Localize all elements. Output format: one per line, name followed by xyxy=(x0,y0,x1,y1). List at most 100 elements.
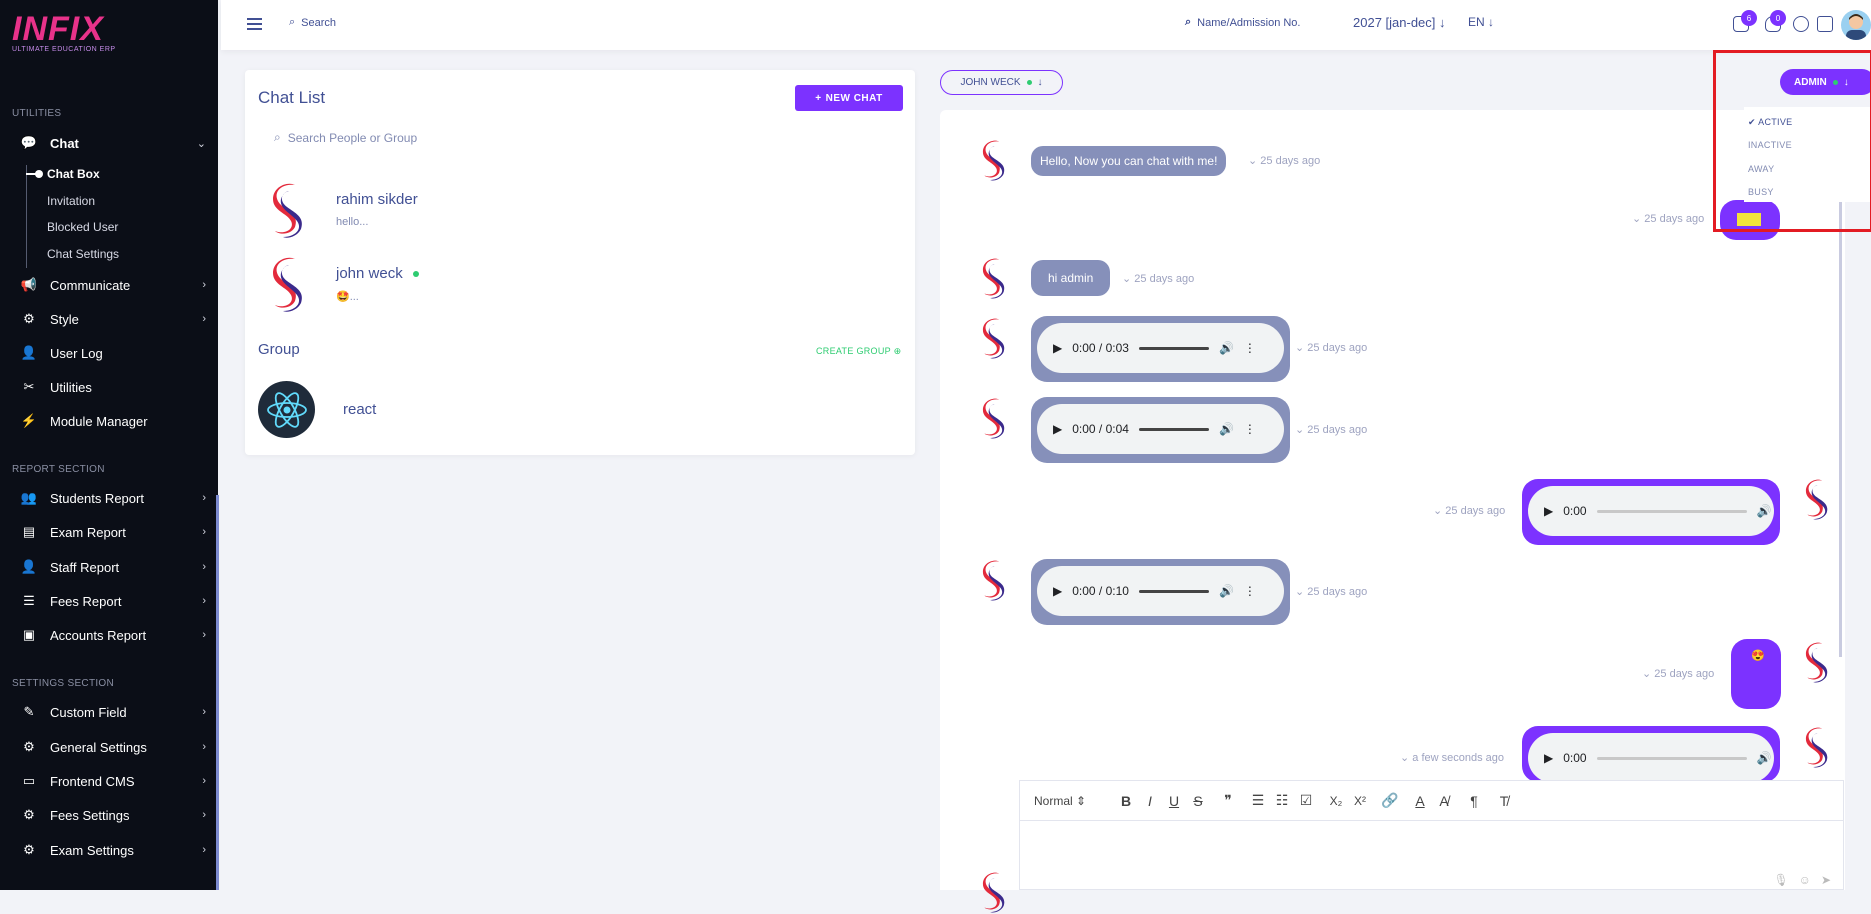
user-avatar[interactable] xyxy=(1841,10,1871,40)
sidebar-sub-invitation[interactable]: Invitation xyxy=(47,194,95,208)
chevron-right-icon: › xyxy=(202,706,206,718)
sidebar-item-exam-report[interactable]: ▤ Exam Report › xyxy=(20,518,206,546)
message-time: ⌄ 25 days ago xyxy=(1295,586,1368,598)
section-report: REPORT SECTION xyxy=(12,464,105,475)
name-admission-search[interactable]: ⌕ Name/Admission No. xyxy=(1185,16,1301,29)
microphone-icon[interactable]: 🎙 xyxy=(1773,873,1788,887)
chat-icon: 💬 xyxy=(20,135,38,150)
top-search-input[interactable]: Search xyxy=(301,17,336,29)
top-bar: ⌕ Search xyxy=(221,0,1871,50)
audio-message: ▶ 0:00 / 0:03 🔊 ⋮ xyxy=(1031,316,1290,382)
group-item[interactable]: react xyxy=(258,381,376,438)
play-icon[interactable]: ▶ xyxy=(1053,584,1062,598)
audio-progress[interactable] xyxy=(1596,756,1747,760)
outgoing-message-bubble: 😍 xyxy=(1731,639,1781,709)
ordered-list-icon[interactable]: ☰ xyxy=(1246,792,1270,809)
chat-contact[interactable]: rahim sikder hello... xyxy=(265,181,865,241)
audio-player[interactable]: ▶ 0:00 / 0:03 🔊 ⋮ xyxy=(1037,323,1284,373)
volume-icon[interactable]: 🔊 xyxy=(1219,422,1234,436)
search-people-input[interactable]: ⌕ Search People or Group xyxy=(274,130,417,145)
audio-progress[interactable] xyxy=(1596,509,1747,513)
search-icon: ⌕ xyxy=(1185,16,1192,28)
underline-icon[interactable]: U xyxy=(1162,793,1186,809)
sidebar-scrollbar[interactable] xyxy=(216,495,219,890)
link-icon[interactable]: 🔗 xyxy=(1378,792,1402,809)
new-chat-button[interactable]: + NEW CHAT xyxy=(795,85,903,111)
sidebar-item-staff-report[interactable]: 👤 Staff Report › xyxy=(20,553,206,581)
bold-icon[interactable]: B xyxy=(1114,793,1138,809)
volume-icon[interactable]: 🔊 xyxy=(1219,584,1234,598)
bot-avatar xyxy=(982,872,1005,913)
create-group-button[interactable]: CREATE GROUP ⊕ xyxy=(816,346,901,357)
sidebar-item-chat[interactable]: 💬 Chat ⌄ xyxy=(20,129,206,157)
format-select[interactable]: Normal ⇕ xyxy=(1034,794,1114,808)
volume-icon[interactable]: 🔊 xyxy=(1757,751,1772,765)
sidebar-item-frontend-cms[interactable]: ▭ Frontend CMS › xyxy=(20,767,206,795)
audio-progress[interactable] xyxy=(1138,589,1209,593)
contact-name: john weck xyxy=(336,265,403,282)
superscript-icon[interactable]: X² xyxy=(1348,794,1372,808)
text-direction-icon[interactable]: ¶ xyxy=(1462,793,1486,809)
sidebar-item-utilities[interactable]: ✂ Utilities xyxy=(20,373,206,401)
editor-input[interactable] xyxy=(1020,822,1843,889)
chat-contact[interactable]: john weck 🤩... xyxy=(265,255,865,315)
sidebar-item-general-settings[interactable]: ⚙ General Settings › xyxy=(20,733,206,761)
more-icon[interactable]: ⋮ xyxy=(1244,584,1256,598)
submenu-active-indicator xyxy=(26,170,43,178)
play-icon[interactable]: ▶ xyxy=(1053,422,1062,436)
send-icon[interactable]: ➤ xyxy=(1821,873,1831,887)
background-color-icon[interactable]: A̸ xyxy=(1432,793,1456,809)
sidebar-item-custom-field[interactable]: ✎ Custom Field › xyxy=(20,698,206,726)
sidebar-item-module-manager[interactable]: ⚡ Module Manager xyxy=(20,407,206,435)
calculator-icon[interactable] xyxy=(1817,16,1833,32)
play-icon[interactable]: ▶ xyxy=(1053,341,1062,355)
strikethrough-icon[interactable]: S xyxy=(1186,793,1210,809)
sidebar-item-exam-settings[interactable]: ⚙ Exam Settings › xyxy=(20,836,206,864)
arrow-down-icon: ↓ xyxy=(1488,15,1495,29)
volume-icon[interactable]: 🔊 xyxy=(1219,341,1234,355)
sidebar-item-communicate[interactable]: 📢 Communicate › xyxy=(20,271,206,299)
more-icon[interactable]: ⋮ xyxy=(1244,422,1256,436)
audio-progress[interactable] xyxy=(1138,427,1209,431)
menu-toggle-icon[interactable] xyxy=(247,18,262,30)
chat-partner-pill[interactable]: JOHN WECK ↓ xyxy=(940,70,1063,95)
emoji-icon[interactable]: ☺ xyxy=(1799,873,1811,887)
sidebar-item-user-log[interactable]: 👤 User Log xyxy=(20,339,206,367)
sidebar-sub-chat-box[interactable]: Chat Box xyxy=(47,167,100,181)
group-title: Group xyxy=(258,341,300,358)
sidebar-item-style[interactable]: ⚙ Style › xyxy=(20,305,206,333)
message-time: ⌄ 25 days ago xyxy=(1295,342,1368,354)
format-select-label: Normal xyxy=(1034,793,1073,808)
play-icon[interactable]: ▶ xyxy=(1544,504,1553,518)
italic-icon[interactable]: I xyxy=(1138,793,1162,809)
quote-icon[interactable]: ❞ xyxy=(1216,792,1240,809)
more-icon[interactable]: ⋮ xyxy=(1244,341,1256,355)
audio-player[interactable]: ▶ 0:00 / 0:04 🔊 ⋮ xyxy=(1037,404,1284,454)
logo[interactable]: INFIX ULTIMATE EDUCATION ERP xyxy=(12,12,132,56)
user-chat-avatar xyxy=(1805,479,1828,520)
sidebar-item-accounts-report[interactable]: ▣ Accounts Report › xyxy=(20,621,206,649)
bullet-list-icon[interactable]: ☷ xyxy=(1270,792,1294,809)
users-icon: 👥 xyxy=(20,490,38,505)
check-list-icon[interactable]: ☑ xyxy=(1294,792,1318,809)
chevron-right-icon: › xyxy=(202,526,206,538)
top-search[interactable]: ⌕ Search xyxy=(289,16,336,29)
volume-icon[interactable]: 🔊 xyxy=(1757,504,1772,518)
sidebar-item-students-report[interactable]: 👥 Students Report › xyxy=(20,484,206,512)
contact-avatar xyxy=(273,257,302,312)
audio-player[interactable]: ▶ 0:00 🔊 xyxy=(1528,733,1774,782)
clear-format-icon[interactable]: T̸ xyxy=(1492,793,1516,809)
language-selector[interactable]: EN ↓ xyxy=(1468,15,1494,29)
subscript-icon[interactable]: X₂ xyxy=(1324,794,1348,808)
globe-icon[interactable] xyxy=(1793,16,1809,32)
sidebar-sub-blocked-user[interactable]: Blocked User xyxy=(47,220,118,234)
audio-player[interactable]: ▶ 0:00 / 0:10 🔊 ⋮ xyxy=(1037,566,1284,616)
text-color-icon[interactable]: A xyxy=(1408,793,1432,809)
audio-progress[interactable] xyxy=(1138,346,1209,350)
play-icon[interactable]: ▶ xyxy=(1544,751,1553,765)
audio-player[interactable]: ▶ 0:00 🔊 xyxy=(1528,486,1774,536)
session-selector[interactable]: 2027 [jan-dec] ↓ xyxy=(1353,15,1446,30)
sidebar-item-fees-settings[interactable]: ⚙ Fees Settings › xyxy=(20,801,206,829)
sidebar-item-fees-report[interactable]: ☰ Fees Report › xyxy=(20,587,206,615)
sidebar-sub-chat-settings[interactable]: Chat Settings xyxy=(47,247,119,261)
